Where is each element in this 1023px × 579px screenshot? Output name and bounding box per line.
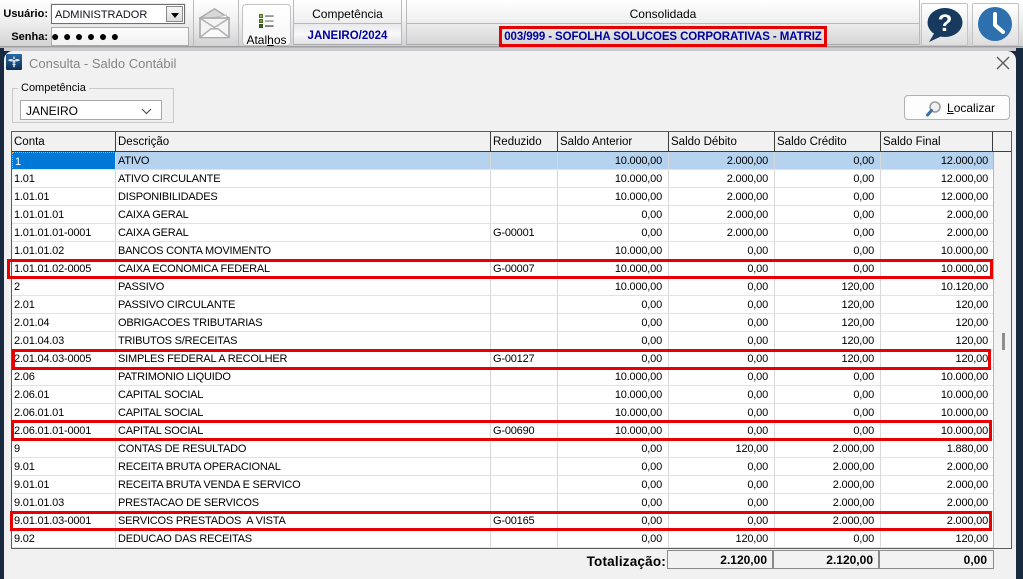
svg-text:?: ?: [938, 10, 953, 37]
